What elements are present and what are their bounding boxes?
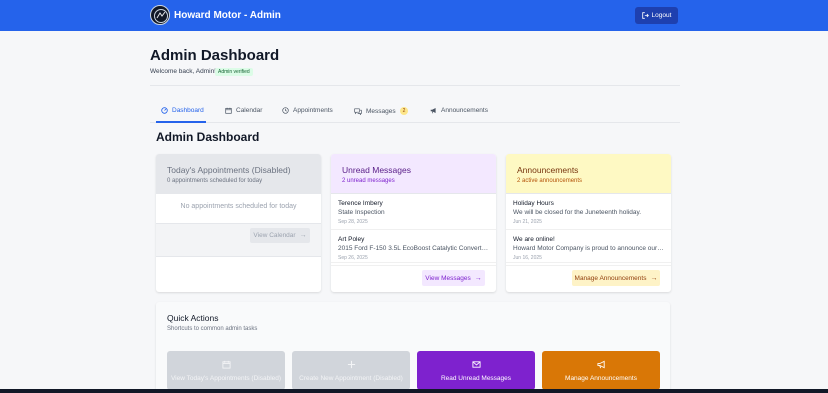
brand-title[interactable]: Howard Motor - Admin (174, 9, 281, 22)
tab-dashboard[interactable]: Dashboard (161, 107, 204, 114)
active-tab-indicator (156, 121, 206, 123)
announcement-text: Howard Motor Company is proud to announc… (513, 245, 665, 252)
announcement-item[interactable]: We are online! Howard Motor Company is p… (506, 230, 671, 266)
verified-badge: Admin verified (215, 68, 253, 76)
card-title: Today's Appointments (Disabled) (167, 165, 291, 175)
chat-icon (354, 108, 362, 115)
card-header: Today's Appointments (Disabled) 0 appoin… (156, 154, 321, 194)
quick-actions-subtitle: Shortcuts to common admin tasks (167, 326, 258, 332)
read-unread-messages-button[interactable]: Read Unread Messages (417, 351, 535, 390)
clock-icon (282, 107, 289, 114)
logout-button[interactable]: Logout (635, 7, 678, 24)
tab-messages[interactable]: Messages 2 (354, 107, 409, 115)
dashboard-icon (161, 107, 168, 114)
message-sender: Terence Imbery (338, 200, 383, 207)
announcement-date: Jun 16, 2025 (513, 255, 542, 261)
announcement-date: Jun 21, 2025 (513, 219, 542, 225)
sign-out-icon (641, 12, 649, 19)
tab-calendar[interactable]: Calendar (225, 107, 262, 114)
section-title: Admin Dashboard (156, 130, 260, 144)
quick-actions-title: Quick Actions (167, 313, 219, 323)
button-label: Read Unread Messages (440, 374, 512, 382)
quick-actions-panel: Quick Actions Shortcuts to common admin … (156, 302, 670, 393)
logout-label: Logout (651, 12, 672, 19)
button-label: Manage Announcements (565, 374, 637, 382)
announcement-item[interactable]: Holiday Hours We will be closed for the … (506, 194, 671, 230)
arrow-right-icon: → (299, 232, 307, 239)
tab-label: Appointments (293, 107, 333, 114)
announcement-text: We will be closed for the Juneteenth hol… (513, 209, 642, 216)
empty-state-text: No appointments scheduled for today (180, 203, 297, 210)
card-header: Announcements 2 active announcements (506, 154, 671, 194)
card-subtitle: 0 appointments scheduled for today (167, 178, 263, 184)
divider (150, 85, 680, 86)
message-date: Sep 26, 2025 (338, 255, 368, 261)
envelope-icon (471, 360, 481, 368)
card-title: Announcements (517, 165, 579, 175)
button-label: Manage Announcements (574, 274, 647, 282)
tab-label: Dashboard (172, 107, 204, 114)
announcement-title: We are online! (513, 236, 555, 243)
plus-icon (347, 360, 355, 368)
tab-label: Announcements (441, 107, 488, 114)
appointments-card: Today's Appointments (Disabled) 0 appoin… (156, 154, 321, 292)
message-item[interactable]: Terence Imbery State Inspection Sep 28, … (331, 194, 496, 230)
tab-label: Calendar (236, 107, 263, 114)
message-date: Sep 28, 2025 (338, 219, 368, 225)
tab-appointments[interactable]: Appointments (282, 107, 333, 114)
card-subtitle: 2 unread messages (342, 178, 395, 184)
tab-announcements[interactable]: Announcements (430, 107, 488, 114)
arrow-right-icon: → (650, 274, 658, 282)
window-bottom-edge (0, 389, 828, 393)
button-label: View Calendar (253, 232, 296, 239)
messages-count-badge: 2 (399, 107, 409, 115)
message-sender: Art Poley (338, 236, 365, 243)
card-title: Unread Messages (342, 165, 411, 175)
megaphone-icon (596, 360, 605, 368)
button-label: View Today's Appointments (Disabled) (170, 374, 282, 382)
calendar-icon (225, 107, 232, 114)
message-item[interactable]: Art Poley 2015 Ford F-150 3.5L EcoBoost … (331, 230, 496, 266)
message-subject: 2015 Ford F-150 3.5L EcoBoost Catalytic … (338, 245, 490, 252)
announcement-title: Holiday Hours (513, 200, 554, 207)
dashboard-tabs: Dashboard Calendar Appointments Messages… (150, 101, 680, 123)
brand-logo[interactable] (150, 5, 170, 25)
calendar-day-icon (221, 360, 231, 369)
megaphone-icon (430, 108, 436, 114)
create-appointment-button[interactable]: Create New Appointment (Disabled) (292, 351, 410, 390)
page-title: Admin Dashboard (150, 47, 280, 64)
messages-card: Unread Messages 2 unread messages Terenc… (331, 154, 496, 292)
arrow-right-icon: → (474, 274, 482, 282)
announcements-card: Announcements 2 active announcements Hol… (506, 154, 671, 292)
card-header: Unread Messages 2 unread messages (331, 154, 496, 194)
top-navbar: Howard Motor - Admin Logout (0, 0, 828, 31)
view-calendar-button[interactable]: View Calendar → (250, 228, 310, 243)
card-subtitle: 2 active announcements (517, 178, 583, 184)
manage-announcements-button[interactable]: Manage Announcements → (572, 270, 660, 286)
manage-announcements-quick-button[interactable]: Manage Announcements (542, 351, 660, 390)
button-label: View Messages (425, 274, 471, 282)
tab-label: Messages (366, 107, 396, 115)
button-label: Create New Appointment (Disabled) (299, 374, 403, 382)
view-messages-button[interactable]: View Messages → (422, 270, 485, 286)
view-todays-appointments-button[interactable]: View Today's Appointments (Disabled) (167, 351, 285, 390)
welcome-text: Welcome back, Admin! (150, 68, 216, 75)
message-subject: State Inspection (338, 209, 385, 216)
